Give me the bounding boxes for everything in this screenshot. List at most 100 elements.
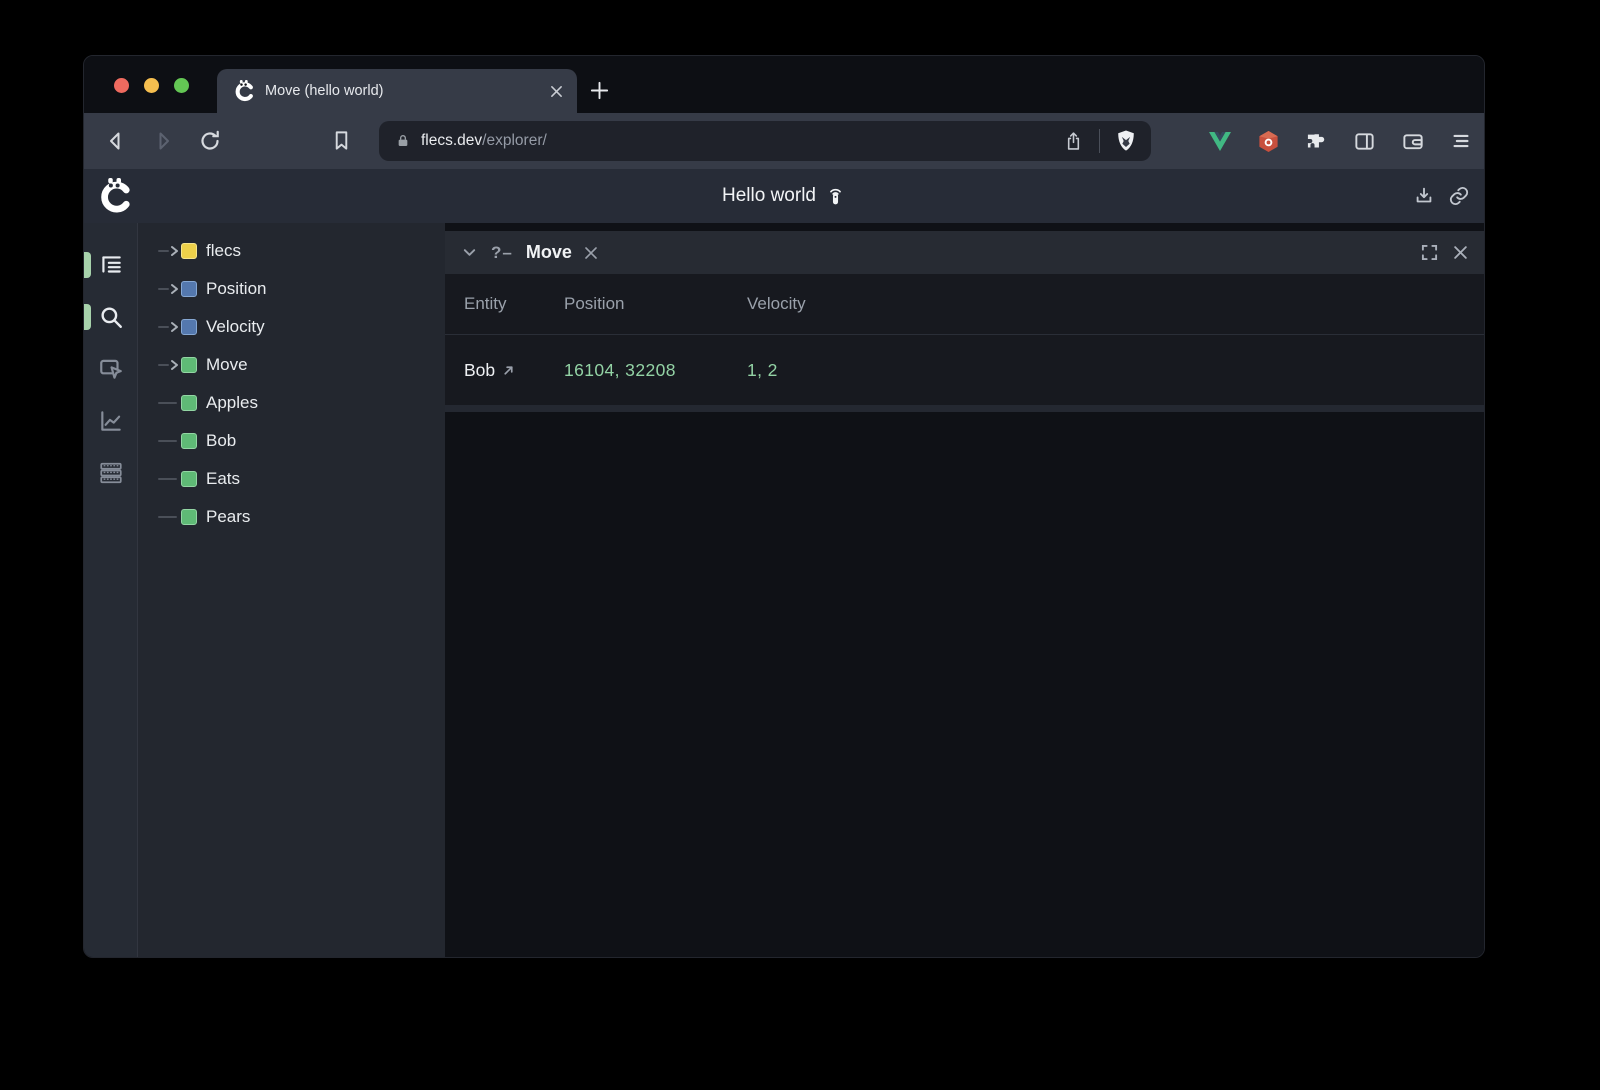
sidebar-item-query-search[interactable] [84, 291, 137, 343]
tree-item-pears[interactable]: Pears [138, 498, 445, 536]
position-value: 16104, 32208 [564, 360, 747, 381]
url-domain: flecs.dev [421, 132, 482, 150]
wallet-icon[interactable] [1401, 130, 1425, 153]
new-tab-button[interactable] [589, 80, 610, 101]
tree-item-label: Velocity [206, 317, 265, 337]
vue-devtools-icon[interactable] [1208, 130, 1232, 152]
explorer-header: Hello world [84, 169, 1484, 223]
search-icon [98, 304, 124, 330]
bookmark-icon[interactable] [330, 129, 353, 152]
window-controls [114, 78, 189, 93]
stats-chart-icon [98, 408, 124, 434]
collapse-chevron-icon[interactable] [462, 245, 477, 260]
flecs-favicon [233, 80, 255, 102]
table-row[interactable]: Bob 16104, 32208 1, 2 [445, 335, 1484, 405]
leaf-connector [158, 516, 179, 518]
extension-badge-icon[interactable] [1257, 130, 1280, 153]
address-bar-actions [1063, 129, 1137, 153]
sidebar-item-entity-tree[interactable] [84, 239, 137, 291]
expand-arrow-icon[interactable] [158, 245, 179, 257]
tree-item-velocity[interactable]: Velocity [138, 308, 445, 346]
menu-icon[interactable] [1450, 130, 1472, 152]
expand-arrow-icon[interactable] [158, 321, 179, 333]
tab-title: Move (hello world) [265, 83, 550, 99]
query-panel-header: ?– Move [445, 231, 1484, 274]
leaf-connector [158, 440, 179, 442]
tree-item-move[interactable]: Move [138, 346, 445, 384]
query-clear-icon[interactable] [584, 246, 598, 260]
tree-item-label: Eats [206, 469, 240, 489]
sidebar-toggle-icon[interactable] [1353, 130, 1376, 153]
open-entity-arrow-icon[interactable] [502, 364, 515, 377]
explorer-content: flecs Position Velocity Move [84, 223, 1484, 957]
tree-item-apples[interactable]: Apples [138, 384, 445, 422]
url-path: /explorer/ [482, 132, 547, 150]
entity-tree-panel: flecs Position Velocity Move [138, 223, 445, 957]
fullscreen-icon[interactable] [1421, 244, 1438, 261]
tree-item-label: Apples [206, 393, 258, 413]
tree-item-bob[interactable]: Bob [138, 422, 445, 460]
query-panel: ?– Move [445, 231, 1484, 412]
column-header-position: Position [564, 294, 747, 314]
tab-close-icon[interactable] [550, 85, 563, 98]
reload-icon[interactable] [198, 129, 222, 153]
entity-color-swatch [181, 509, 197, 525]
active-indicator [84, 252, 91, 278]
query-panel-actions [1421, 244, 1468, 261]
leaf-connector [158, 402, 179, 404]
back-icon[interactable] [104, 129, 128, 153]
flecs-logo[interactable] [97, 178, 133, 214]
entity-color-swatch [181, 395, 197, 411]
sidebar-item-statistics[interactable] [84, 395, 137, 447]
browser-toolbar: flecs.dev/explorer/ [84, 113, 1484, 169]
tree-item-label: Move [206, 355, 248, 375]
browser-tab[interactable]: Move (hello world) [217, 69, 577, 113]
component-color-swatch [181, 281, 197, 297]
result-table-header: Entity Position Velocity [445, 274, 1484, 335]
data-rows-icon [98, 460, 124, 486]
world-title-group: Hello world [722, 185, 846, 207]
address-bar[interactable]: flecs.dev/explorer/ [379, 121, 1151, 161]
browser-window: Move (hello world) [83, 55, 1485, 958]
query-type-badge: ?– [491, 243, 513, 263]
tree-item-label: Pears [206, 507, 250, 527]
tree-item-eats[interactable]: Eats [138, 460, 445, 498]
velocity-value: 1, 2 [747, 360, 1484, 381]
remote-connection-icon[interactable] [825, 185, 846, 207]
expand-arrow-icon[interactable] [158, 283, 179, 295]
extensions-puzzle-icon[interactable] [1305, 130, 1328, 153]
query-title: Move [526, 242, 572, 263]
entity-name: Bob [464, 360, 495, 381]
entity-color-swatch [181, 471, 197, 487]
share-icon[interactable] [1063, 131, 1084, 152]
world-title: Hello world [722, 185, 816, 207]
download-icon[interactable] [1413, 185, 1435, 207]
component-color-swatch [181, 319, 197, 335]
tree-item-position[interactable]: Position [138, 270, 445, 308]
tree-item-label: flecs [206, 241, 241, 261]
tab-strip: Move (hello world) [84, 56, 1484, 113]
desktop-background: Move (hello world) [0, 0, 1600, 1090]
column-header-entity: Entity [464, 294, 564, 314]
explorer-header-actions [1413, 169, 1470, 223]
tree-item-flecs[interactable]: flecs [138, 232, 445, 270]
lock-icon [395, 133, 411, 149]
entity-tree-icon [98, 252, 124, 278]
sidebar-item-data-tables[interactable] [84, 447, 137, 499]
close-window-button[interactable] [114, 78, 129, 93]
forward-icon[interactable] [151, 129, 175, 153]
brave-shield-icon[interactable] [1115, 129, 1137, 153]
inspect-cursor-icon [98, 356, 124, 382]
sidebar-item-inspect[interactable] [84, 343, 137, 395]
zoom-window-button[interactable] [174, 78, 189, 93]
tree-item-label: Bob [206, 431, 236, 451]
leaf-connector [158, 478, 179, 480]
expand-arrow-icon[interactable] [158, 359, 179, 371]
link-icon[interactable] [1448, 185, 1470, 207]
minimize-window-button[interactable] [144, 78, 159, 93]
entity-color-swatch [181, 357, 197, 373]
query-area: ?– Move [445, 223, 1484, 957]
close-panel-icon[interactable] [1453, 245, 1468, 260]
column-header-velocity: Velocity [747, 294, 1484, 314]
active-indicator [84, 304, 91, 330]
